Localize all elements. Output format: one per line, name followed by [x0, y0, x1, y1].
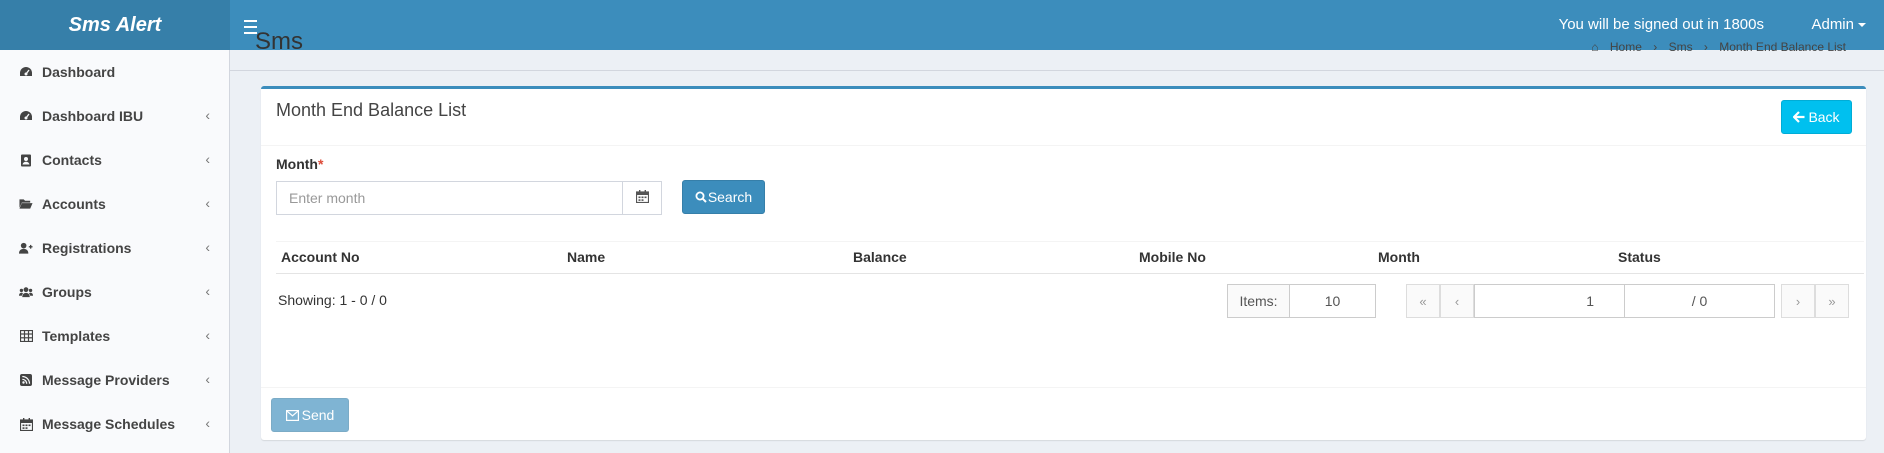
send-button[interactable]: Send	[271, 398, 349, 432]
sidebar-item-label: Dashboard IBU	[42, 108, 144, 124]
column-header-month: Month	[1378, 249, 1420, 265]
sidebar: Dashboard Dashboard IBU ‹ Contacts ‹ Acc…	[0, 50, 230, 453]
users-icon	[19, 285, 33, 299]
breadcrumb: ⌂ Home › Sms › Month End Balance List	[1583, 40, 1846, 54]
sidebar-item-contacts[interactable]: Contacts ‹	[0, 138, 229, 182]
app-logo[interactable]: Sms Alert	[0, 0, 230, 50]
month-label-text: Month	[276, 156, 318, 172]
chevron-left-icon: ‹	[205, 107, 210, 123]
showing-count: Showing: 1 - 0 / 0	[278, 292, 387, 308]
search-label: Search	[707, 189, 753, 205]
table-icon	[19, 329, 33, 343]
column-header-status: Status	[1618, 249, 1661, 265]
month-input[interactable]	[276, 181, 623, 215]
content-header-divider	[230, 70, 1884, 71]
user-plus-icon	[19, 241, 33, 255]
sidebar-item-registrations[interactable]: Registrations ‹	[0, 226, 229, 270]
sidebar-item-label: Templates	[42, 328, 111, 344]
folder-open-icon	[19, 197, 33, 211]
sidebar-item-label: Contacts	[42, 152, 102, 168]
items-per-page-label: Items:	[1227, 284, 1290, 318]
chevron-left-icon: ‹	[205, 327, 210, 343]
back-button[interactable]: Back	[1781, 100, 1852, 134]
chevron-left-icon: ‹	[205, 415, 210, 431]
breadcrumb-separator: ›	[1703, 40, 1708, 54]
rss-icon	[19, 373, 33, 387]
user-name: Admin	[1811, 16, 1854, 33]
sidebar-item-label: Accounts	[42, 196, 106, 212]
sidebar-item-dashboard[interactable]: Dashboard	[0, 50, 229, 94]
sidebar-item-message-schedules[interactable]: Message Schedules ‹	[0, 402, 229, 446]
calendar-icon	[19, 417, 33, 431]
sidebar-item-label: Registrations	[42, 240, 132, 256]
month-end-balance-box: Month End Balance List Back Month* Searc…	[261, 86, 1866, 440]
sidebar-item-label: Message Providers	[42, 372, 170, 388]
column-header-balance: Balance	[853, 249, 907, 265]
table-top-border	[276, 241, 1864, 242]
next-page-button[interactable]: ›	[1781, 284, 1815, 318]
sidebar-item-groups[interactable]: Groups ‹	[0, 270, 229, 314]
column-header-name: Name	[567, 249, 606, 265]
required-mark: *	[317, 156, 324, 172]
send-label: Send	[301, 407, 335, 423]
box-footer-divider	[261, 387, 1866, 388]
box-header-divider	[261, 145, 1866, 146]
table-header-border	[276, 273, 1864, 274]
back-label: Back	[1808, 109, 1840, 125]
calendar-button[interactable]	[622, 181, 662, 215]
column-header-account-no: Account No	[281, 249, 360, 265]
items-per-page-input[interactable]: 10	[1289, 284, 1376, 318]
chevron-left-icon: ‹	[205, 371, 210, 387]
page-total: / 0	[1624, 284, 1775, 318]
breadcrumb-current: Month End Balance List	[1719, 40, 1846, 54]
calendar-icon	[635, 190, 649, 206]
search-icon	[695, 191, 707, 203]
dashboard-icon	[19, 109, 33, 123]
envelope-icon	[285, 409, 299, 421]
chevron-left-icon: ‹	[205, 239, 210, 255]
caret-down-icon	[1858, 23, 1866, 28]
search-button[interactable]: Search	[682, 180, 765, 214]
last-page-button[interactable]: »	[1815, 284, 1849, 318]
page-number-input[interactable]: 1	[1474, 284, 1625, 318]
prev-page-button[interactable]: ‹	[1440, 284, 1474, 318]
box-title: Month End Balance List	[276, 100, 467, 120]
chevron-left-icon: ‹	[205, 151, 210, 167]
sidebar-item-accounts[interactable]: Accounts ‹	[0, 182, 229, 226]
chevron-left-icon: ‹	[205, 195, 210, 211]
month-label: Month*	[276, 156, 323, 172]
page-title: Sms	[255, 28, 303, 55]
contacts-icon	[19, 153, 33, 167]
home-icon: ⌂	[1591, 40, 1599, 54]
sidebar-item-message-providers[interactable]: Message Providers ‹	[0, 358, 229, 402]
dashboard-icon	[19, 65, 33, 79]
breadcrumb-sms[interactable]: Sms	[1669, 40, 1693, 54]
sidebar-item-dashboard-ibu[interactable]: Dashboard IBU ‹	[0, 94, 229, 138]
breadcrumb-separator: ›	[1653, 40, 1658, 54]
first-page-button[interactable]: «	[1406, 284, 1440, 318]
sidebar-item-label: Message Schedules	[42, 416, 176, 432]
sidebar-item-templates[interactable]: Templates ‹	[0, 314, 229, 358]
column-header-mobile-no: Mobile No	[1139, 249, 1206, 265]
sidebar-item-label: Dashboard	[42, 64, 116, 80]
sidebar-item-label: Groups	[42, 284, 92, 300]
breadcrumb-home[interactable]: Home	[1610, 40, 1642, 54]
arrow-left-icon	[1793, 111, 1805, 123]
chevron-left-icon: ‹	[205, 283, 210, 299]
